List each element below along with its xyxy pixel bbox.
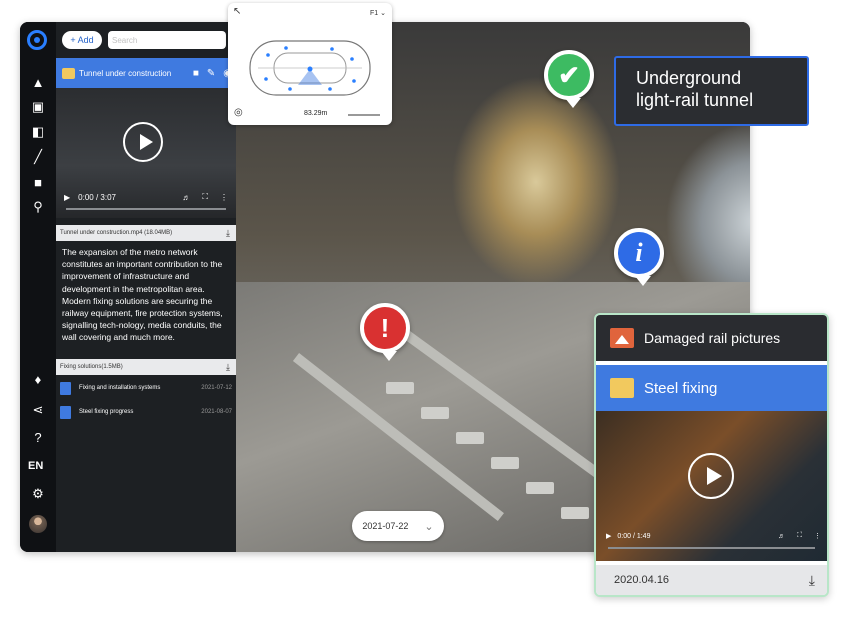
fullscreen-icon[interactable]: ⛶	[797, 532, 802, 540]
video-item-title: Tunnel under construction	[79, 68, 172, 78]
card-video-controls: ▶ 0:00 / 1:49 ♬ ⛶ ⋮	[606, 531, 821, 541]
fullscreen-icon[interactable]: ⛶	[202, 192, 208, 202]
add-button[interactable]: + Add	[62, 31, 102, 49]
volume-icon[interactable]: ♬	[182, 193, 190, 202]
chevron-down-icon: ⌄	[424, 520, 434, 533]
card-video-time: 0:00 / 1:49	[617, 532, 651, 540]
play-small-icon[interactable]: ▶	[64, 193, 70, 202]
download-icon[interactable]: ⤓	[226, 362, 230, 373]
floor-plan-drawing	[249, 40, 380, 116]
panel-toolbar: + Add Search	[62, 31, 230, 51]
card-item-label: Steel fixing	[644, 379, 718, 397]
picture-icon	[610, 328, 634, 348]
video-file-row[interactable]: Tunnel under construction.mp4 (18.04MB) …	[56, 225, 236, 241]
timeline-date: 2021-07-22	[362, 521, 409, 531]
sleeper	[386, 382, 414, 394]
bell-icon[interactable]: ♦	[30, 371, 46, 387]
comment-icon[interactable]: ▣	[30, 99, 46, 115]
film-icon	[62, 67, 75, 79]
checkmark-icon: ✔	[558, 59, 580, 90]
language-switch[interactable]: EN	[28, 460, 43, 472]
description-text: The expansion of the metro network const…	[62, 247, 223, 343]
document-name: Fixing and installation systems	[79, 385, 161, 391]
video-controls: ▶ 0:00 / 3:07 ♬ ⛶ ⋮	[64, 192, 228, 202]
card-date: 2020.04.16	[614, 574, 670, 586]
document-item[interactable]: Steel fixing progress 2021-08-07	[60, 404, 232, 420]
search-icon[interactable]: ⚲	[30, 199, 46, 215]
edit-pencil-icon[interactable]: ✎	[207, 68, 215, 79]
sleeper	[526, 482, 554, 494]
content-panel: + Add Search Tunnel under construction ■…	[56, 22, 236, 552]
video-player[interactable]: ▶ 0:00 / 3:07 ♬ ⛶ ⋮	[56, 88, 236, 218]
more-options-icon[interactable]: ⋮	[814, 532, 821, 540]
attachment-file-row[interactable]: Fixing solutions(1.5MB) ⤓	[56, 359, 236, 375]
shield-icon[interactable]: ▲	[30, 74, 46, 90]
floor-plan-minimap[interactable]: ↖ F1 ⌄ ◎ 83.29m	[228, 3, 392, 125]
trash-icon[interactable]: ■	[193, 68, 199, 79]
document-item[interactable]: Fixing and installation systems 2021-07-…	[60, 380, 232, 396]
more-options-icon[interactable]: ⋮	[220, 193, 228, 202]
play-button[interactable]	[123, 122, 163, 162]
document-date: 2021-07-12	[201, 385, 232, 391]
video-progress-bar[interactable]	[66, 208, 226, 210]
card-video-player[interactable]: ▶ 0:00 / 1:49 ♬ ⛶ ⋮	[596, 411, 827, 561]
card-item-label: Damaged rail pictures	[644, 330, 781, 346]
info-marker[interactable]: i	[614, 228, 664, 286]
location-callout: Underground light-rail tunnel	[614, 56, 809, 126]
sleeper	[491, 457, 519, 469]
media-card: Damaged rail pictures Steel fixing ▶ 0:0…	[594, 313, 829, 597]
volume-icon[interactable]: ♬	[778, 533, 785, 540]
timeline-date-selector[interactable]: 2021-07-22 ⌄	[352, 511, 444, 541]
user-avatar[interactable]	[29, 515, 47, 533]
sleeper	[456, 432, 484, 444]
video-item-header[interactable]: Tunnel under construction ■ ✎ ◉	[56, 58, 236, 88]
attachment-file-name: Fixing solutions(1.5MB)	[60, 364, 123, 370]
info-icon: i	[635, 238, 643, 267]
settings-gear-icon[interactable]: ⚙	[30, 486, 46, 502]
search-input[interactable]: Search	[108, 31, 226, 49]
search-placeholder: Search	[112, 35, 138, 45]
play-small-icon[interactable]: ▶	[606, 532, 611, 540]
sleeper	[421, 407, 449, 419]
ruler-icon[interactable]: ╱	[30, 149, 46, 165]
help-icon[interactable]: ?	[30, 429, 46, 445]
document-name: Steel fixing progress	[79, 409, 134, 415]
check-marker[interactable]: ✔	[544, 50, 594, 108]
card-item-damaged-rail[interactable]: Damaged rail pictures	[596, 315, 827, 361]
play-button[interactable]	[688, 453, 734, 499]
callout-line-1: Underground	[636, 68, 742, 88]
share-icon[interactable]: ⋖	[30, 402, 46, 418]
video-camera-icon[interactable]: ■	[30, 174, 46, 190]
target-locate-icon[interactable]: ◎	[234, 107, 243, 118]
card-video-progress-bar[interactable]	[608, 547, 815, 549]
download-icon[interactable]: ⤓	[809, 572, 815, 589]
warning-marker[interactable]: !	[360, 303, 410, 361]
compare-icon[interactable]: ◧	[30, 124, 46, 140]
document-icon	[60, 405, 71, 419]
left-sidebar: ▲ ▣ ◧ ╱ ■ ⚲ ♦ ⋖ ? EN ⚙	[20, 22, 56, 552]
download-icon[interactable]: ⤓	[226, 228, 230, 239]
film-icon	[610, 378, 634, 398]
sleeper	[561, 507, 589, 519]
map-scale-label: 83.29m	[304, 110, 328, 117]
app-logo[interactable]	[27, 30, 47, 50]
callout-line-2: light-rail tunnel	[636, 90, 754, 110]
card-footer: 2020.04.16 ⤓	[596, 565, 827, 595]
video-time: 0:00 / 3:07	[78, 192, 116, 202]
exclamation-icon: !	[380, 312, 390, 343]
video-file-name: Tunnel under construction.mp4 (18.04MB)	[60, 230, 173, 236]
card-item-steel-fixing[interactable]: Steel fixing	[596, 365, 827, 411]
document-date: 2021-08-07	[201, 409, 232, 415]
document-icon	[60, 381, 71, 395]
